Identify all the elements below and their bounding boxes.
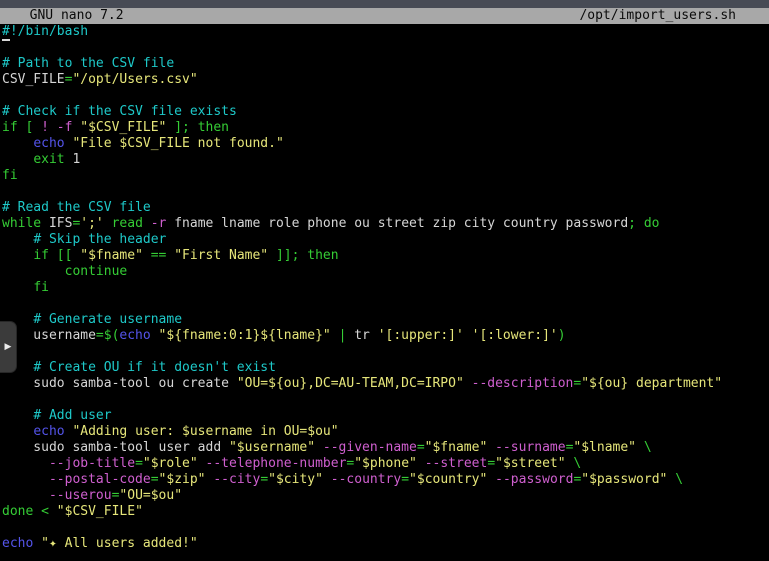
- code-line: if [ ! -f "$CSV_FILE" ]; then: [2, 120, 769, 136]
- code-line: exit 1: [2, 152, 769, 168]
- code-line: [2, 520, 769, 536]
- code-line: --userou="OU=$ou": [2, 488, 769, 504]
- code-line: CSV_FILE="/opt/Users.csv": [2, 72, 769, 88]
- code-line: [2, 184, 769, 200]
- code-line: [2, 296, 769, 312]
- code-line: --job-title="$role" --telephone-number="…: [2, 456, 769, 472]
- window-top-strip: [0, 0, 769, 8]
- code-line: [2, 392, 769, 408]
- terminal-window: { "titlebar": { "app": " GNU nano 7.2", …: [0, 0, 769, 561]
- code-line: # Create OU if it doesn't exist: [2, 360, 769, 376]
- nano-titlebar: GNU nano 7.2 /opt/import_users.sh: [0, 8, 769, 24]
- code-line: while IFS=';' read -r fname lname role p…: [2, 216, 769, 232]
- code-line: echo "File $CSV_FILE not found.": [2, 136, 769, 152]
- code-line: # Add user: [2, 408, 769, 424]
- code-line: # Path to the CSV file: [2, 56, 769, 72]
- code-line: done < "$CSV_FILE": [2, 504, 769, 520]
- code-line: [2, 344, 769, 360]
- code-line: echo "Adding user: $username in OU=$ou": [2, 424, 769, 440]
- code-line: username=$(echo "${fname:0:1}${lname}" |…: [2, 328, 769, 344]
- code-line: if [[ "$fname" == "First Name" ]]; then: [2, 248, 769, 264]
- drawer-expand-handle[interactable]: ▶: [0, 321, 17, 373]
- code-line: fi: [2, 280, 769, 296]
- expand-arrow-icon: ▶: [5, 343, 12, 352]
- code-line: # Skip the header: [2, 232, 769, 248]
- editor-content[interactable]: #!/bin/bash # Path to the CSV fileCSV_FIL…: [0, 24, 769, 552]
- nano-app-version: GNU nano 7.2: [14, 8, 124, 24]
- code-line: echo "✦ All users added!": [2, 536, 769, 552]
- code-line: sudo samba-tool ou create "OU=${ou},DC=A…: [2, 376, 769, 392]
- code-line: --postal-code="$zip" --city="$city" --co…: [2, 472, 769, 488]
- code-line: # Generate username: [2, 312, 769, 328]
- code-line: [2, 88, 769, 104]
- code-line: # Read the CSV file: [2, 200, 769, 216]
- code-line: sudo samba-tool user add "$username" --g…: [2, 440, 769, 456]
- code-line: # Check if the CSV file exists: [2, 104, 769, 120]
- code-line: fi: [2, 168, 769, 184]
- nano-file-path: /opt/import_users.sh: [579, 8, 736, 24]
- code-line: continue: [2, 264, 769, 280]
- code-line: #!/bin/bash: [2, 24, 769, 40]
- code-line: [2, 40, 769, 56]
